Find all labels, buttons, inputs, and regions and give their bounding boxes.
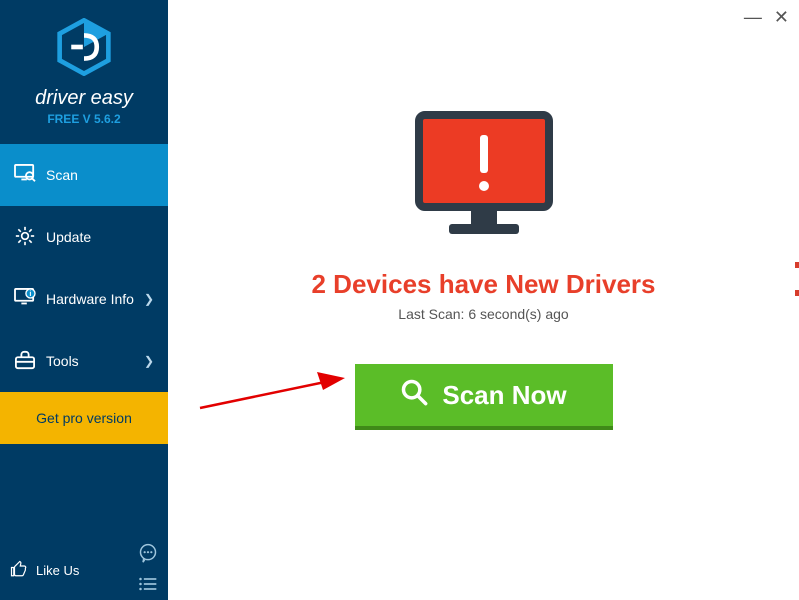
window-controls: — ✕ [744,8,789,26]
nav-label: Hardware Info [46,291,134,307]
gear-icon [14,226,36,249]
sidebar-item-hardware-info[interactable]: i Hardware Info ❯ [0,268,168,330]
brand-name: driver easy [0,87,168,110]
version-label: FREE V 5.6.2 [0,112,168,126]
minimize-button[interactable]: — [744,8,762,26]
monitor-search-icon [14,164,36,187]
alert-monitor-icon [409,110,559,245]
headline: 2 Devices have New Drivers [312,269,656,300]
pro-label: Get pro version [36,410,132,426]
search-icon [400,378,428,413]
feedback-icon[interactable] [138,543,158,568]
content: 2 Devices have New Drivers Last Scan: 6 … [168,0,799,430]
last-scan-text: Last Scan: 6 second(s) ago [398,306,568,322]
decorative-edge [795,290,799,296]
sidebar-item-get-pro[interactable]: Get pro version [0,392,168,444]
hardware-info-icon: i [14,288,36,311]
like-us-button[interactable]: Like Us [10,560,79,581]
close-button[interactable]: ✕ [774,8,789,26]
scan-now-button[interactable]: Scan Now [355,364,613,430]
decorative-edge [795,262,799,268]
toolbox-icon [14,350,36,373]
chevron-right-icon: ❯ [144,292,154,306]
chevron-right-icon: ❯ [144,354,154,368]
nav-label: Update [46,229,91,245]
sidebar-bottom: Like Us [0,540,168,600]
sidebar: driver easy FREE V 5.6.2 Scan [0,0,168,600]
logo-block: driver easy FREE V 5.6.2 [0,0,168,134]
menu-icon[interactable] [138,576,158,597]
bottom-right-icons [138,543,158,597]
nav-label: Tools [46,353,79,369]
main-panel: — ✕ 2 Devices have New Drivers Last Scan… [168,0,799,600]
scan-button-label: Scan Now [442,380,566,411]
thumbs-up-icon [10,560,28,581]
like-label: Like Us [36,563,79,578]
app-window: driver easy FREE V 5.6.2 Scan [0,0,799,600]
nav: Scan Update [0,144,168,444]
nav-label: Scan [46,167,78,183]
svg-text:i: i [29,289,31,298]
sidebar-item-tools[interactable]: Tools ❯ [0,330,168,392]
sidebar-item-scan[interactable]: Scan [0,144,168,206]
sidebar-item-update[interactable]: Update [0,206,168,268]
logo-icon [55,18,113,81]
